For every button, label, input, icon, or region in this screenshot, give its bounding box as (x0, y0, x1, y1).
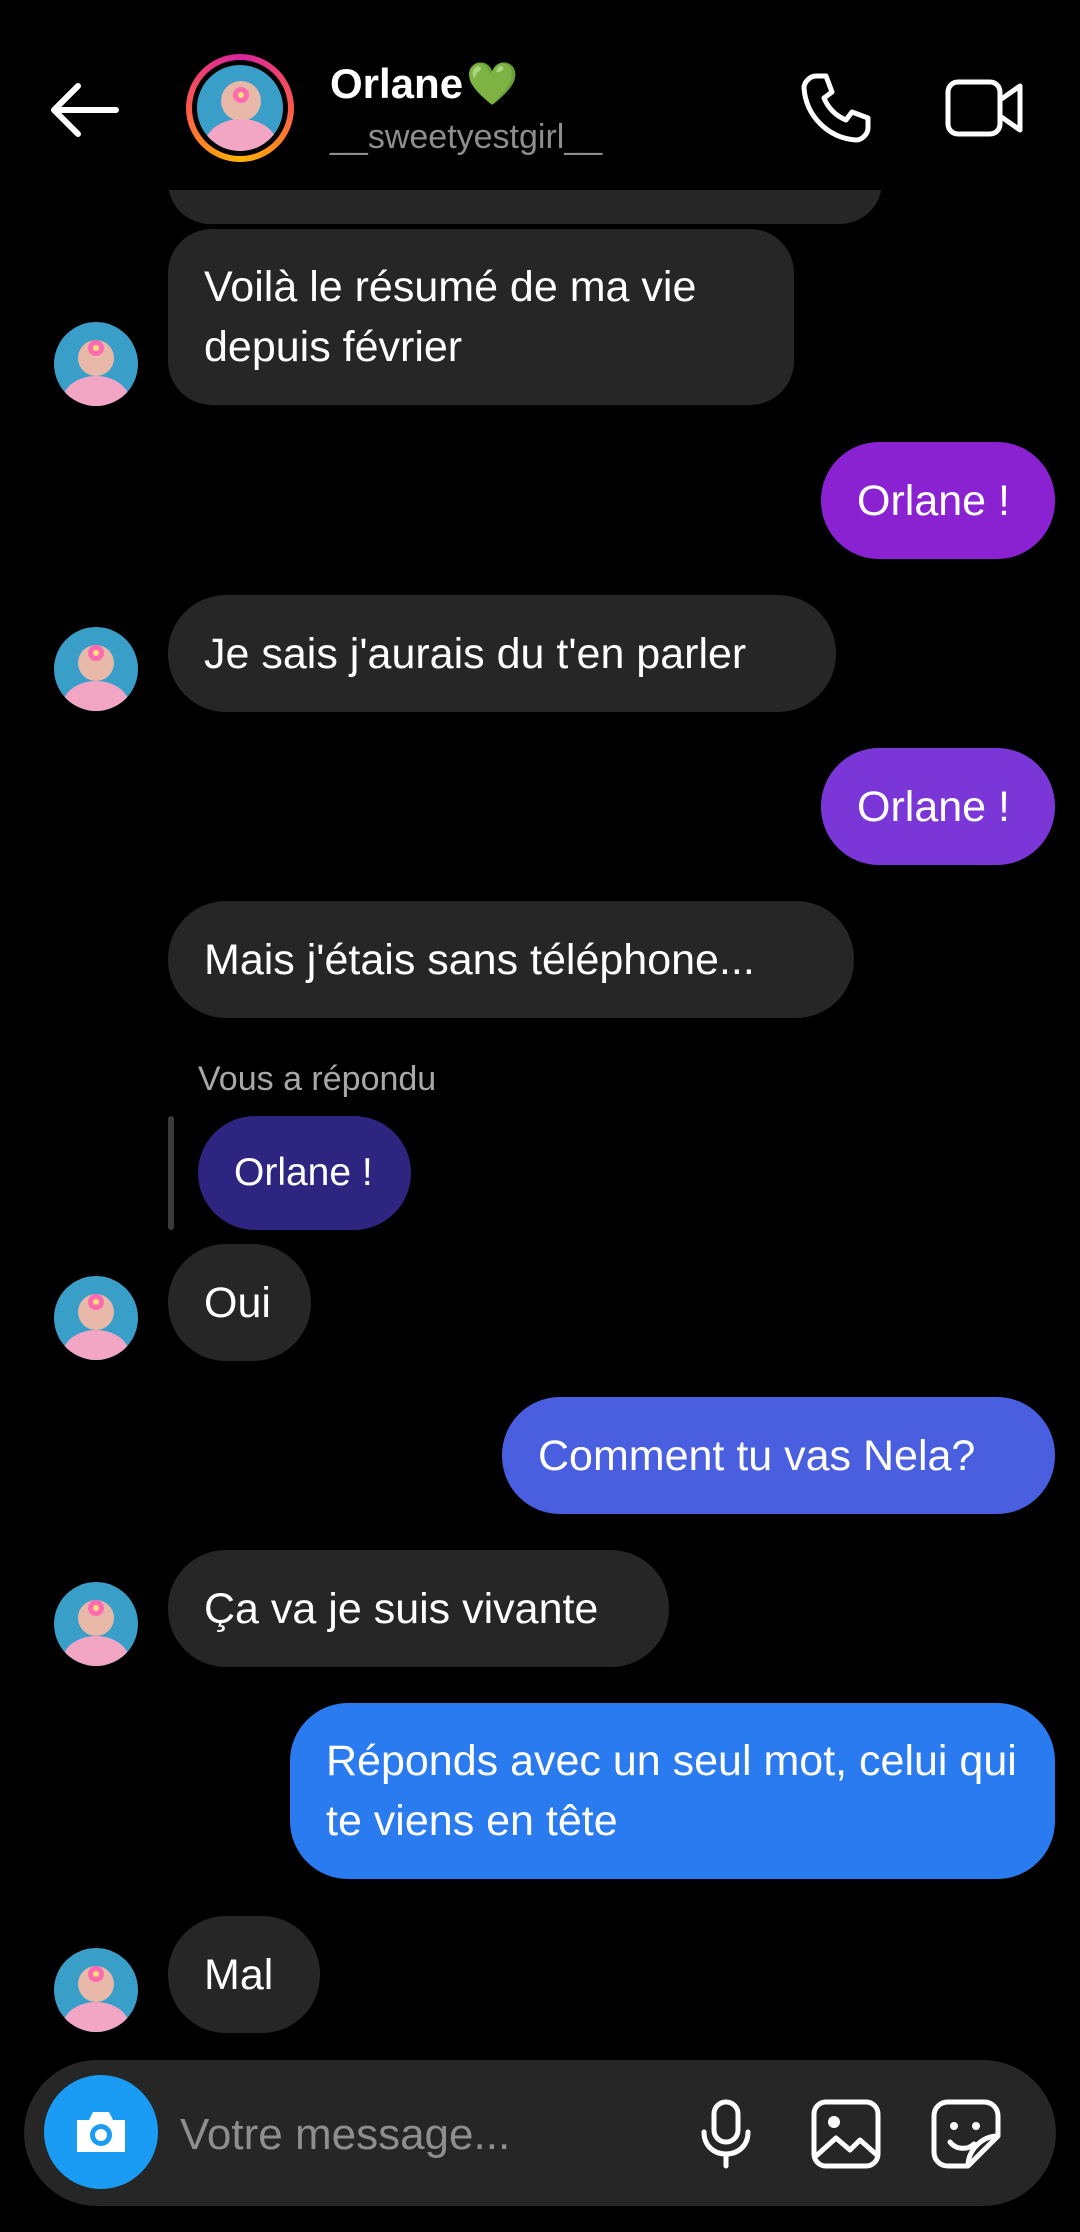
message-composer (24, 2060, 1056, 2206)
audio-call-button[interactable] (796, 68, 876, 148)
message-bubble-out[interactable]: Orlane ! (821, 748, 1055, 865)
sender-avatar[interactable] (54, 1582, 138, 1666)
reply-quoted-message[interactable]: Orlane ! (198, 1116, 411, 1230)
message-bubble-in[interactable]: Mais j'étais sans téléphone... (168, 901, 854, 1018)
message-bubble-in[interactable]: Oui (168, 1244, 311, 1361)
sticker-button[interactable] (928, 2096, 1004, 2172)
arrow-left-icon (51, 83, 119, 137)
camera-button[interactable] (44, 2075, 158, 2189)
phone-icon (801, 73, 871, 143)
image-icon (811, 2099, 881, 2169)
camera-icon (77, 2112, 125, 2152)
sender-avatar[interactable] (54, 627, 138, 711)
back-button[interactable] (40, 70, 130, 150)
avatar-border (192, 60, 288, 156)
gallery-button[interactable] (808, 2096, 884, 2172)
message-bubble-out[interactable]: Réponds avec un seul mot, celui qui te v… (290, 1703, 1055, 1879)
message-bubble-in[interactable]: Mal (168, 1916, 320, 2033)
avatar-image (197, 65, 283, 151)
microphone-icon (701, 2099, 751, 2169)
message-bubble-out[interactable]: Comment tu vas Nela? (502, 1397, 1055, 1514)
message-bubble-out[interactable]: Orlane ! (821, 442, 1055, 559)
microphone-button[interactable] (688, 2096, 764, 2172)
message-bubble-in[interactable]: Voilà le résumé de ma vie depuis février (168, 229, 794, 405)
reply-label: Vous a répondu (198, 1060, 437, 1098)
message-bubble-in[interactable]: Ça va je suis vivante (168, 1550, 669, 1667)
video-camera-icon (945, 79, 1023, 137)
video-call-button[interactable] (940, 68, 1030, 148)
sticker-icon (931, 2099, 1001, 2169)
sender-avatar[interactable] (54, 1948, 138, 2032)
message-bubble-in[interactable]: Je sais j'aurais du t'en parler (168, 595, 836, 712)
contact-username[interactable]: __sweetyestgirl__ (330, 118, 602, 157)
sender-avatar[interactable] (54, 322, 138, 406)
contact-avatar[interactable] (186, 54, 294, 162)
sender-avatar[interactable] (54, 1276, 138, 1360)
reply-quote-bar (168, 1116, 174, 1230)
chat-header: Orlane 💚 __sweetyestgirl__ (0, 0, 1080, 190)
message-input[interactable] (178, 2096, 702, 2174)
contact-name[interactable]: Orlane (330, 60, 463, 108)
green-heart-emoji: 💚 (466, 60, 519, 107)
